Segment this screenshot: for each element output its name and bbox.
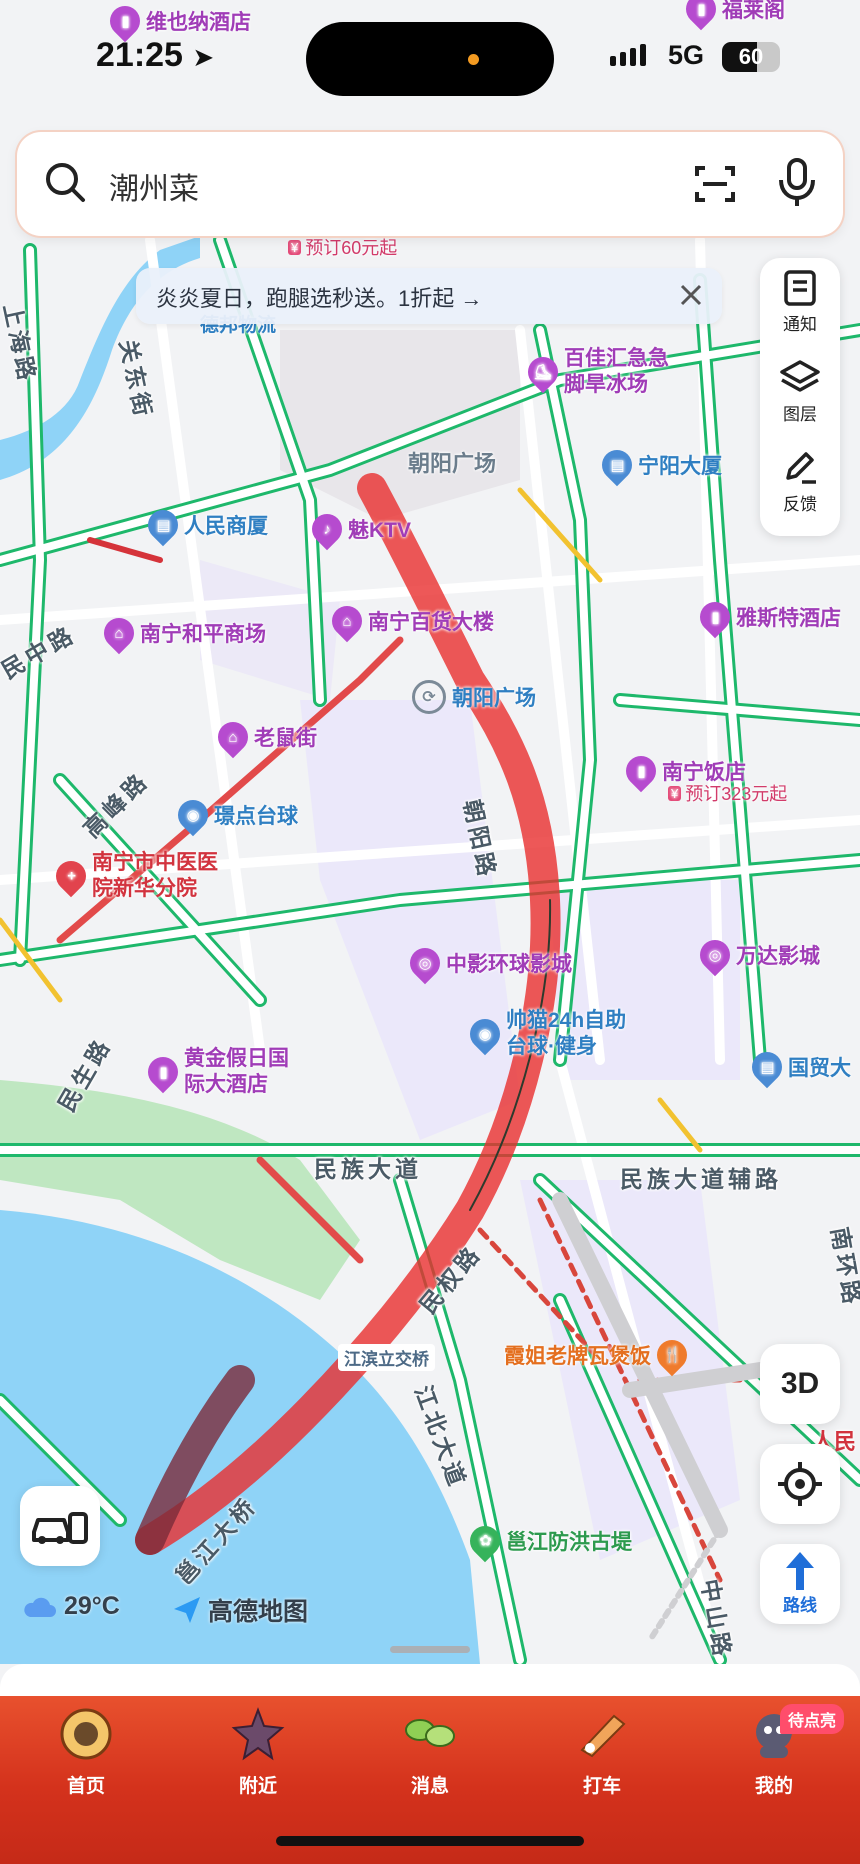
car-mode-button[interactable] <box>20 1486 100 1566</box>
area-chaoyang-square: 朝阳广场 <box>408 451 497 476</box>
nearby-icon <box>231 1707 285 1761</box>
3d-toggle-button[interactable]: 3D <box>760 1344 840 1424</box>
booking-price-badge-2: ¥ 预订323元起 <box>668 780 787 806</box>
amap-logo-icon <box>174 1597 200 1623</box>
search-icon <box>46 163 85 202</box>
poi-xiajie-restaurant[interactable]: 霞姐老牌瓦煲饭 🍴 <box>504 1333 694 1377</box>
map-tools-panel: 通知 图层 反馈 <box>760 258 840 536</box>
poi-yasite-hotel[interactable]: ▮ 雅斯特酒店 <box>693 595 841 639</box>
poi-chaoyang-square-station[interactable]: ⟳ 朝阳广场 <box>412 680 536 714</box>
layers-icon <box>780 360 820 392</box>
locate-icon <box>778 1462 822 1506</box>
poi-laoshujie[interactable]: ⌂ 老鼠街 <box>211 715 317 759</box>
signal-icon <box>610 44 646 66</box>
search-input[interactable]: 潮州菜 <box>109 164 199 208</box>
taxi-icon <box>580 1714 626 1758</box>
poi-tcm-hospital[interactable]: + 南宁市中医医 院新华分院 <box>49 850 218 902</box>
network-type: 5G <box>668 40 705 70</box>
promo-banner[interactable]: 炎炎夏日，跑腿选秒送。1折起 → <box>136 268 722 324</box>
poi-shuaimao[interactable]: ◉ 帅猫24h自助 台球·健身 <box>463 1008 626 1060</box>
edit-icon <box>786 452 816 484</box>
messages-icon <box>405 1719 455 1747</box>
poi-huandian-billiards[interactable]: ◉ 璟点台球 <box>171 793 298 837</box>
notify-button[interactable]: 通知 <box>760 260 840 348</box>
dynamic-island <box>306 22 554 96</box>
car-phone-icon <box>32 1512 88 1544</box>
road-label-minzu-aux: 民族大道辅路 <box>620 1166 782 1192</box>
layers-label: 图层 <box>783 405 817 424</box>
poi-nanning-baihuo[interactable]: ⌂ 南宁百货大楼 <box>325 599 494 643</box>
feedback-label: 反馈 <box>783 495 817 514</box>
cloud-icon <box>24 1597 56 1617</box>
feedback-button[interactable]: 反馈 <box>760 440 840 528</box>
poi-ningyang-building[interactable]: ▤ 宁阳大厦 <box>595 443 722 487</box>
privacy-dot <box>468 54 479 65</box>
poi-mei-ktv[interactable]: ♪ 魅KTV <box>305 507 411 551</box>
poi-guomao[interactable]: ▤ 国贸大 <box>745 1045 851 1089</box>
status-bar: 21:25 ➤ 5G 60 <box>0 0 860 110</box>
layers-button[interactable]: 图层 <box>760 350 840 438</box>
weather-widget[interactable]: 29°C <box>22 1592 120 1621</box>
microphone-icon[interactable] <box>777 158 817 208</box>
road-label-minzu: 民族大道 <box>314 1156 422 1182</box>
route-arrow-icon <box>786 1552 814 1590</box>
poi-wanda-cinema[interactable]: ◎ 万达影城 <box>693 933 820 977</box>
amap-logo: 高德地图 <box>172 1592 308 1628</box>
notification-icon <box>784 270 816 306</box>
tab-messages[interactable]: 消息 <box>370 1706 490 1798</box>
promo-banner-text: 炎炎夏日，跑腿选秒送。1折起 → <box>156 286 483 311</box>
poi-yongjiang-dike[interactable]: ✿ 邕江防洪古堤 <box>463 1519 632 1563</box>
tab-home[interactable]: 首页 <box>26 1706 146 1798</box>
poi-renmin-building[interactable]: ▤ 人民商厦 <box>141 503 268 547</box>
route-button[interactable]: 路线 <box>760 1544 840 1624</box>
search-bar[interactable]: 潮州菜 <box>17 132 843 236</box>
promo-tag-badge: 待点亮 <box>780 1704 845 1734</box>
sheet-handle[interactable] <box>390 1646 470 1653</box>
poi-nanning-heping[interactable]: ⌂ 南宁和平商场 <box>97 611 266 655</box>
poi-huangjin-hotel[interactable]: ▮ 黄金假日国 际大酒店 <box>141 1046 289 1098</box>
location-arrow-icon: ➤ <box>192 42 215 72</box>
station-icon: ⟳ <box>412 680 446 714</box>
status-time: 21:25 ➤ <box>96 36 215 74</box>
scan-icon[interactable] <box>693 162 737 206</box>
battery-icon: 60 <box>722 42 780 72</box>
close-icon[interactable] <box>676 280 706 310</box>
notify-label: 通知 <box>783 315 817 334</box>
tab-nearby[interactable]: 附近 <box>198 1706 318 1798</box>
locate-button[interactable] <box>760 1444 840 1524</box>
booking-price-badge: ¥ 预订60元起 <box>288 234 397 260</box>
home-indicator <box>276 1836 584 1846</box>
tab-taxi[interactable]: 打车 <box>542 1706 662 1798</box>
route-label: 路线 <box>783 1596 817 1615</box>
poi-zhongying-cinema[interactable]: ◎ 中影环球影城 <box>403 941 572 985</box>
home-icon <box>60 1708 112 1760</box>
poi-jiangbin-interchange[interactable]: 江滨立交桥 <box>338 1344 435 1371</box>
poi-baijiahui[interactable]: ⛸ 百佳汇急急 脚旱冰场 <box>521 346 669 398</box>
